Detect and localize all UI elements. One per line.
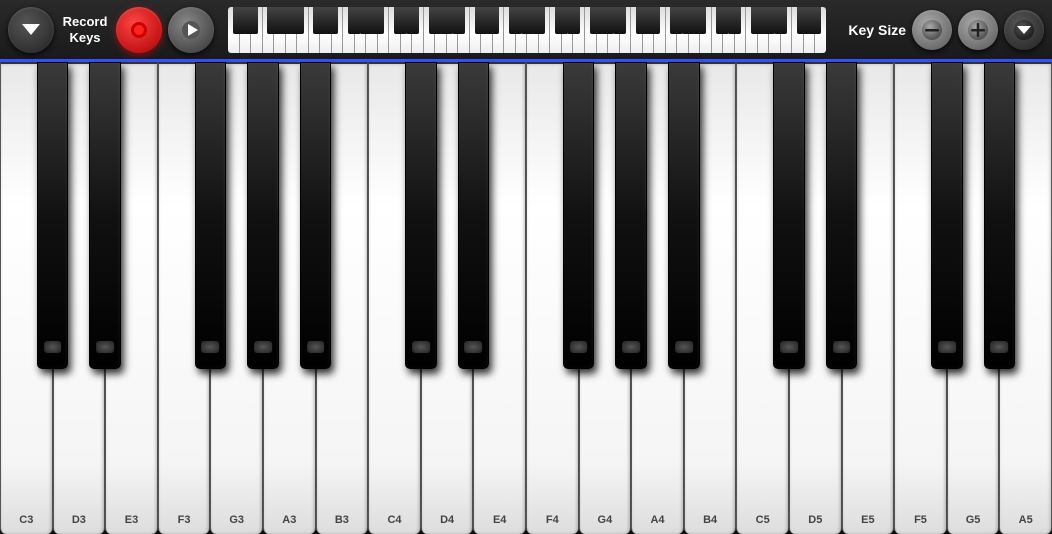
- black-key-cs4[interactable]: [405, 62, 437, 369]
- record-button[interactable]: [116, 7, 162, 53]
- black-key-ds3[interactable]: [89, 62, 121, 369]
- key-size-label: Key Size: [848, 22, 906, 38]
- toolbar: Record Keys Key Size: [0, 0, 1052, 62]
- play-button[interactable]: [168, 7, 214, 53]
- black-key-as4[interactable]: [668, 62, 700, 369]
- key-size-decrease-button[interactable]: [912, 10, 952, 50]
- black-key-cs3[interactable]: [37, 62, 69, 369]
- black-key-fs4[interactable]: [563, 62, 595, 369]
- black-key-gs5[interactable]: [984, 62, 1016, 369]
- record-keys-label: Record Keys: [63, 14, 108, 45]
- piano-keyboard: C3D3E3F3G3A3B3C4D4E4F4G4A4B4C5D5E5F5G5A5: [0, 62, 1052, 534]
- black-key-gs3[interactable]: [247, 62, 279, 369]
- black-key-ds5[interactable]: [826, 62, 858, 369]
- black-key-fs3[interactable]: [195, 62, 227, 369]
- black-key-cs5[interactable]: [773, 62, 805, 369]
- mini-keyboard-display: [228, 7, 826, 53]
- black-key-fs5[interactable]: [931, 62, 963, 369]
- black-key-gs4[interactable]: [615, 62, 647, 369]
- key-size-scroll-button[interactable]: [1004, 10, 1044, 50]
- key-size-increase-button[interactable]: [958, 10, 998, 50]
- black-key-as3[interactable]: [300, 62, 332, 369]
- black-key-ds4[interactable]: [458, 62, 490, 369]
- scroll-down-button[interactable]: [8, 7, 54, 53]
